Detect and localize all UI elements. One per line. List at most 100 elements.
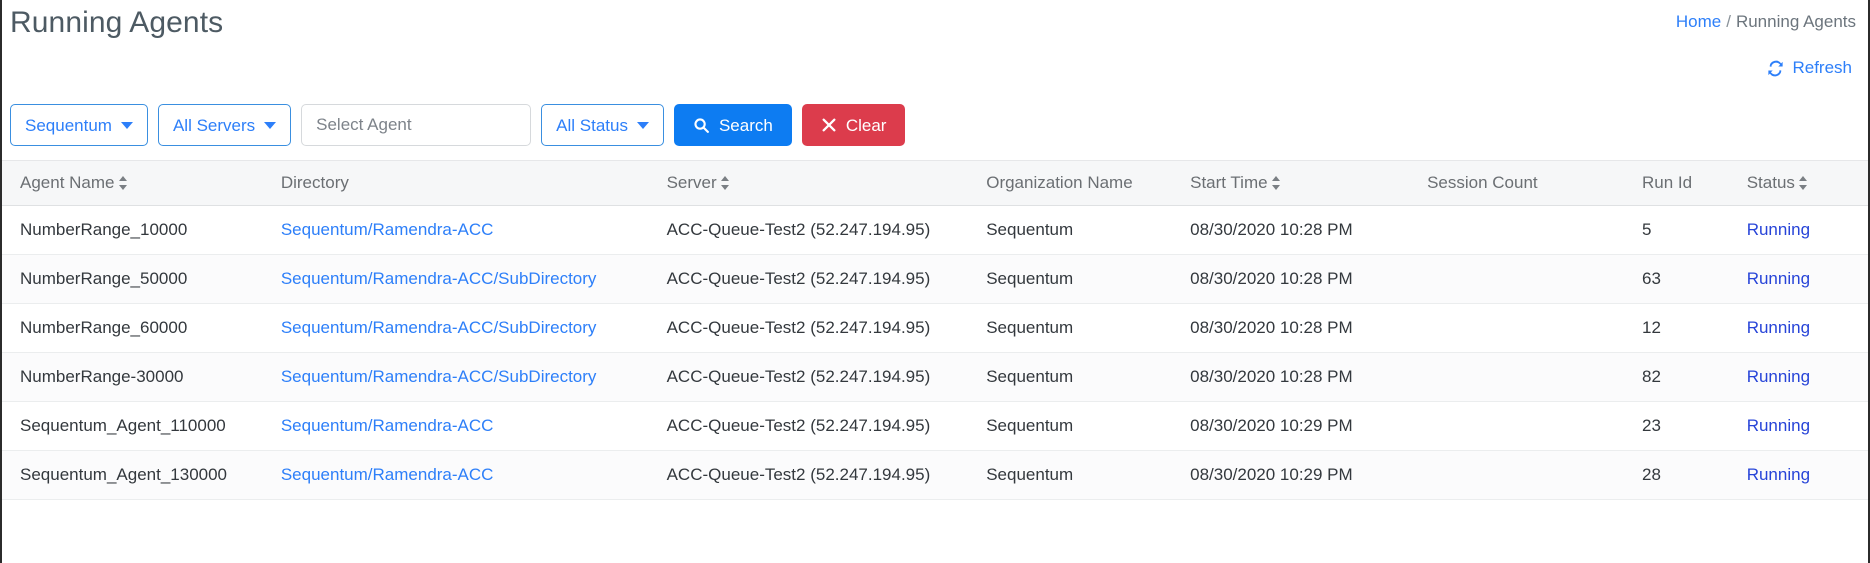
column-header-session-count: Session Count (1427, 161, 1642, 206)
table-row[interactable]: NumberRange_10000 Sequentum/Ramendra-ACC… (2, 206, 1868, 255)
column-header-organization-name: Organization Name (986, 161, 1190, 206)
cell-organization-name: Sequentum (986, 304, 1190, 353)
cell-session-count (1427, 304, 1642, 353)
cell-server: ACC-Queue-Test2 (52.247.194.95) (667, 255, 987, 304)
cell-organization-name: Sequentum (986, 451, 1190, 500)
status-link[interactable]: Running (1747, 367, 1810, 386)
sync-icon (1766, 59, 1785, 78)
column-header-start-time[interactable]: Start Time (1190, 161, 1427, 206)
column-header-label: Server (667, 173, 717, 192)
cell-directory: Sequentum/Ramendra-ACC (281, 451, 667, 500)
column-header-label: Start Time (1190, 173, 1267, 192)
table-row[interactable]: NumberRange-30000 Sequentum/Ramendra-ACC… (2, 353, 1868, 402)
refresh-button[interactable]: Refresh (1764, 56, 1854, 80)
sort-icon[interactable] (1272, 176, 1281, 190)
status-link[interactable]: Running (1747, 269, 1810, 288)
cell-status: Running (1747, 402, 1868, 451)
column-header-label: Organization Name (986, 173, 1132, 192)
cell-directory: Sequentum/Ramendra-ACC (281, 402, 667, 451)
organization-dropdown-label: Sequentum (25, 117, 112, 134)
cell-status: Running (1747, 206, 1868, 255)
sort-icon[interactable] (721, 176, 730, 190)
status-link[interactable]: Running (1747, 318, 1810, 337)
cell-session-count (1427, 402, 1642, 451)
cell-run-id: 82 (1642, 353, 1747, 402)
status-link[interactable]: Running (1747, 465, 1810, 484)
column-header-server[interactable]: Server (667, 161, 987, 206)
column-header-label: Status (1747, 173, 1795, 192)
table-row[interactable]: Sequentum_Agent_130000 Sequentum/Ramendr… (2, 451, 1868, 500)
cell-start-time: 08/30/2020 10:28 PM (1190, 206, 1427, 255)
cell-server: ACC-Queue-Test2 (52.247.194.95) (667, 304, 987, 353)
refresh-label: Refresh (1792, 58, 1852, 78)
cell-server: ACC-Queue-Test2 (52.247.194.95) (667, 451, 987, 500)
cell-start-time: 08/30/2020 10:28 PM (1190, 353, 1427, 402)
cell-session-count (1427, 255, 1642, 304)
status-link[interactable]: Running (1747, 416, 1810, 435)
status-link[interactable]: Running (1747, 220, 1810, 239)
filter-toolbar: Sequentum All Servers All Status Search (2, 92, 1868, 160)
status-dropdown[interactable]: All Status (541, 104, 664, 146)
directory-link[interactable]: Sequentum/Ramendra-ACC (281, 220, 494, 239)
column-header-agent-name[interactable]: Agent Name (2, 161, 281, 206)
cell-start-time: 08/30/2020 10:29 PM (1190, 402, 1427, 451)
cell-organization-name: Sequentum (986, 353, 1190, 402)
cell-run-id: 12 (1642, 304, 1747, 353)
table-row[interactable]: NumberRange_60000 Sequentum/Ramendra-ACC… (2, 304, 1868, 353)
table-row[interactable]: Sequentum_Agent_110000 Sequentum/Ramendr… (2, 402, 1868, 451)
cell-status: Running (1747, 451, 1868, 500)
cell-session-count (1427, 206, 1642, 255)
column-header-run-id: Run Id (1642, 161, 1747, 206)
directory-link[interactable]: Sequentum/Ramendra-ACC/SubDirectory (281, 367, 597, 386)
directory-link[interactable]: Sequentum/Ramendra-ACC/SubDirectory (281, 269, 597, 288)
column-header-status[interactable]: Status (1747, 161, 1868, 206)
chevron-down-icon (264, 122, 276, 129)
clear-button[interactable]: Clear (802, 104, 906, 146)
cell-organization-name: Sequentum (986, 255, 1190, 304)
cell-directory: Sequentum/Ramendra-ACC/SubDirectory (281, 304, 667, 353)
cell-agent-name: NumberRange_10000 (2, 206, 281, 255)
cell-run-id: 63 (1642, 255, 1747, 304)
breadcrumb: Home/Running Agents (1676, 12, 1856, 32)
directory-link[interactable]: Sequentum/Ramendra-ACC/SubDirectory (281, 318, 597, 337)
cell-session-count (1427, 353, 1642, 402)
cell-start-time: 08/30/2020 10:28 PM (1190, 255, 1427, 304)
column-header-label: Agent Name (20, 173, 115, 192)
breadcrumb-separator: / (1726, 12, 1731, 31)
search-label: Search (719, 117, 773, 134)
page-header: Running Agents Home/Running Agents (2, 0, 1868, 56)
table-row[interactable]: NumberRange_50000 Sequentum/Ramendra-ACC… (2, 255, 1868, 304)
chevron-down-icon (121, 122, 133, 129)
table-header: Agent Name Directory Server Organization… (2, 161, 1868, 206)
cell-organization-name: Sequentum (986, 402, 1190, 451)
running-agents-page: Running Agents Home/Running Agents Refre… (0, 0, 1870, 563)
cell-start-time: 08/30/2020 10:29 PM (1190, 451, 1427, 500)
server-dropdown[interactable]: All Servers (158, 104, 291, 146)
cell-agent-name: NumberRange_50000 (2, 255, 281, 304)
breadcrumb-home-link[interactable]: Home (1676, 12, 1721, 31)
column-header-label: Run Id (1642, 173, 1692, 192)
search-button[interactable]: Search (674, 104, 792, 146)
column-header-directory: Directory (281, 161, 667, 206)
organization-dropdown[interactable]: Sequentum (10, 104, 148, 146)
refresh-row: Refresh (2, 56, 1868, 92)
cell-status: Running (1747, 304, 1868, 353)
clear-label: Clear (846, 117, 887, 134)
directory-link[interactable]: Sequentum/Ramendra-ACC (281, 465, 494, 484)
cell-run-id: 5 (1642, 206, 1747, 255)
page-title: Running Agents (10, 6, 223, 40)
cell-directory: Sequentum/Ramendra-ACC/SubDirectory (281, 255, 667, 304)
cell-run-id: 28 (1642, 451, 1747, 500)
table-header-row: Agent Name Directory Server Organization… (2, 161, 1868, 206)
search-icon (693, 117, 710, 134)
cell-agent-name: NumberRange-30000 (2, 353, 281, 402)
directory-link[interactable]: Sequentum/Ramendra-ACC (281, 416, 494, 435)
cell-directory: Sequentum/Ramendra-ACC/SubDirectory (281, 353, 667, 402)
select-agent-input[interactable] (301, 104, 531, 146)
running-agents-table: Agent Name Directory Server Organization… (2, 160, 1868, 500)
status-dropdown-label: All Status (556, 117, 628, 134)
close-icon (821, 117, 837, 133)
sort-icon[interactable] (119, 176, 128, 190)
sort-icon[interactable] (1799, 176, 1808, 190)
cell-server: ACC-Queue-Test2 (52.247.194.95) (667, 402, 987, 451)
